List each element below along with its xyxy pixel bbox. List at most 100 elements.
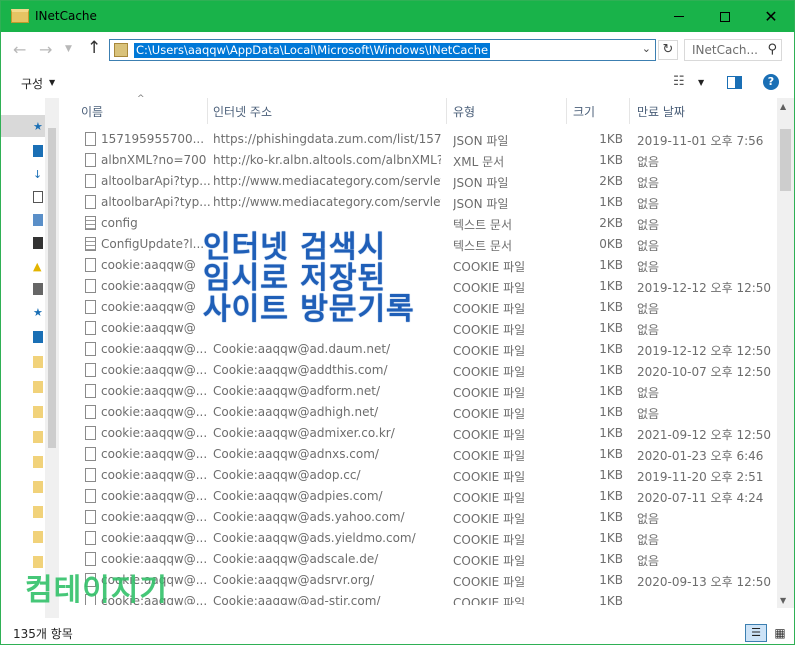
column-header-row: ^ 이름 인터넷 주소 유형 크기 만료 날짜 bbox=[71, 94, 777, 124]
file-name: cookie:aaqqw@... bbox=[101, 489, 208, 503]
column-divider[interactable] bbox=[207, 98, 208, 124]
column-header-name[interactable]: 이름 bbox=[81, 103, 103, 120]
folder-icon[interactable] bbox=[33, 356, 43, 368]
up-arrow-icon[interactable]: ↑ bbox=[87, 38, 101, 58]
scroll-up-icon[interactable]: ▲ bbox=[780, 102, 786, 111]
file-row[interactable]: cookie:aaqqw@... Cookie:aaqqw@adnxs.com/C… bbox=[71, 444, 777, 465]
file-address: Cookie:aaqqw@adnxs.com/ bbox=[213, 447, 379, 461]
file-row[interactable]: cookie:aaqqw@... Cookie:aaqqw@ad.daum.net… bbox=[71, 339, 777, 360]
folder-icon[interactable] bbox=[33, 481, 43, 493]
file-row[interactable]: albnXML?no=700 http://ko-kr.albn.altools.… bbox=[71, 150, 777, 171]
file-row[interactable]: altoolbarApi?typ... http://www.mediacateg… bbox=[71, 192, 777, 213]
file-icon bbox=[85, 279, 96, 293]
help-icon[interactable]: ? bbox=[763, 74, 779, 90]
back-arrow-icon[interactable]: ← bbox=[13, 40, 26, 59]
maximize-button[interactable] bbox=[702, 1, 748, 32]
file-row[interactable]: cookie:aaqqw@ COOKIE 파일 1KB 없음 bbox=[71, 255, 777, 276]
file-expires: 2019-11-01 오후 7:56 bbox=[637, 134, 764, 148]
file-row[interactable]: cookie:aaqqw@... Cookie:aaqqw@admixer.co.… bbox=[71, 423, 777, 444]
scroll-down-icon[interactable]: ▼ bbox=[780, 596, 786, 605]
column-divider[interactable] bbox=[629, 98, 630, 124]
column-divider[interactable] bbox=[446, 98, 447, 124]
minimize-icon bbox=[674, 16, 684, 17]
navigation-pane: ★ ↓ ▲ ★ bbox=[1, 98, 59, 618]
preview-pane-icon[interactable] bbox=[727, 76, 742, 89]
desktop-icon[interactable] bbox=[33, 145, 43, 157]
warning-icon[interactable]: ▲ bbox=[33, 260, 43, 273]
file-row[interactable]: config 텍스트 문서 2KB 없음 bbox=[71, 213, 777, 234]
file-row[interactable]: altoolbarApi?typ... http://www.mediacateg… bbox=[71, 171, 777, 192]
video-icon[interactable] bbox=[33, 237, 43, 249]
file-icon bbox=[85, 552, 96, 566]
file-icon bbox=[85, 174, 96, 188]
organize-button[interactable]: 구성 bbox=[21, 75, 43, 92]
large-icons-view-icon[interactable]: ▦ bbox=[771, 624, 789, 642]
text-file-icon bbox=[85, 237, 96, 251]
file-row[interactable]: cookie:aaqqw@ COOKIE 파일 1KB 2019-12-12 오후 1… bbox=[71, 276, 777, 297]
folder-icon[interactable] bbox=[33, 406, 43, 418]
forward-arrow-icon[interactable]: → bbox=[39, 40, 52, 59]
address-path[interactable]: C:\Users\aaqqw\AppData\Local\Microsoft\W… bbox=[134, 43, 491, 58]
download-icon[interactable]: ↓ bbox=[33, 168, 43, 181]
minimize-button[interactable] bbox=[656, 1, 702, 32]
search-input[interactable]: INetCach... ⚲ bbox=[684, 39, 782, 61]
file-address: Cookie:aaqqw@adop.cc/ bbox=[213, 468, 361, 482]
file-address: http://ko-kr.albn.altools.com/albnXML?..… bbox=[213, 153, 441, 167]
file-row[interactable]: cookie:aaqqw@... Cookie:aaqqw@adform.net/… bbox=[71, 381, 777, 402]
file-row[interactable]: cookie:aaqqw@ COOKIE 파일 1KB 없음 bbox=[71, 318, 777, 339]
file-type: COOKIE 파일 bbox=[453, 554, 526, 568]
details-view-icon[interactable]: ☰ bbox=[745, 624, 767, 642]
pictures-icon[interactable] bbox=[33, 214, 43, 226]
nav-scrollbar-thumb[interactable] bbox=[48, 128, 56, 448]
file-row[interactable]: cookie:aaqqw@... Cookie:aaqqw@ads.yahoo.c… bbox=[71, 507, 777, 528]
file-row[interactable]: cookie:aaqqw@... Cookie:aaqqw@adscale.de/… bbox=[71, 549, 777, 570]
folder-icon[interactable] bbox=[33, 431, 43, 443]
file-row[interactable]: 157195955700... https://phishingdata.zum.… bbox=[71, 129, 777, 150]
file-row[interactable]: cookie:aaqqw@... Cookie:aaqqw@ad-stir.com… bbox=[71, 591, 777, 605]
address-bar[interactable]: C:\Users\aaqqw\AppData\Local\Microsoft\W… bbox=[109, 39, 656, 61]
computer-icon[interactable] bbox=[33, 283, 43, 295]
column-header-size[interactable]: 크기 bbox=[573, 103, 595, 120]
close-button[interactable]: ✕ bbox=[748, 1, 794, 32]
maximize-icon bbox=[720, 11, 730, 22]
folder-icon[interactable] bbox=[33, 381, 43, 393]
file-expires: 2019-11-20 오후 2:51 bbox=[637, 470, 764, 484]
window-title: INetCache bbox=[35, 9, 97, 23]
file-row[interactable]: cookie:aaqqw@ COOKIE 파일 1KB 없음 bbox=[71, 297, 777, 318]
file-row[interactable]: cookie:aaqqw@... Cookie:aaqqw@adhigh.net/… bbox=[71, 402, 777, 423]
onedrive-icon[interactable] bbox=[33, 331, 43, 343]
folder-icon[interactable] bbox=[33, 456, 43, 468]
recent-locations-chevron-icon[interactable]: ▼ bbox=[65, 44, 72, 54]
file-row[interactable]: cookie:aaqqw@... Cookie:aaqqw@adsrvr.org/… bbox=[71, 570, 777, 591]
file-expires: 없음 bbox=[637, 197, 660, 211]
file-row[interactable]: cookie:aaqqw@... Cookie:aaqqw@addthis.com… bbox=[71, 360, 777, 381]
file-expires: 없음 bbox=[637, 218, 660, 232]
chevron-down-icon[interactable]: ⌄ bbox=[642, 42, 651, 55]
file-row[interactable]: ConfigUpdate?l... 텍스트 문서 0KB 없음 bbox=[71, 234, 777, 255]
file-row[interactable]: cookie:aaqqw@... Cookie:aaqqw@ads.yieldmo… bbox=[71, 528, 777, 549]
file-address: http://www.mediacategory.com/servlet/... bbox=[213, 195, 441, 209]
scrollbar-thumb[interactable] bbox=[780, 129, 791, 191]
document-icon[interactable] bbox=[33, 191, 43, 203]
column-divider[interactable] bbox=[566, 98, 567, 124]
chevron-down-icon[interactable]: ▼ bbox=[49, 78, 55, 87]
pin-icon[interactable]: ★ bbox=[33, 306, 43, 319]
file-row[interactable]: cookie:aaqqw@... Cookie:aaqqw@adpies.com/… bbox=[71, 486, 777, 507]
file-row[interactable]: cookie:aaqqw@... Cookie:aaqqw@adop.cc/COO… bbox=[71, 465, 777, 486]
file-expires: 2020-07-11 오후 4:24 bbox=[637, 491, 764, 505]
folder-icon[interactable] bbox=[33, 506, 43, 518]
folder-icon[interactable] bbox=[33, 531, 43, 543]
file-address: https://phishingdata.zum.com/list/1571..… bbox=[213, 132, 441, 146]
quick-access-star-icon[interactable]: ★ bbox=[33, 120, 43, 133]
file-size: 1KB bbox=[599, 510, 623, 524]
file-expires: 없음 bbox=[637, 554, 660, 568]
column-header-expires[interactable]: 만료 날짜 bbox=[637, 103, 685, 120]
column-header-address[interactable]: 인터넷 주소 bbox=[213, 103, 272, 120]
item-count: 135개 항목 bbox=[13, 627, 73, 641]
refresh-button[interactable]: ↻ bbox=[658, 40, 678, 60]
file-size: 1KB bbox=[599, 132, 623, 146]
chevron-down-icon[interactable]: ▼ bbox=[698, 78, 704, 87]
view-options-icon[interactable]: ☷ bbox=[673, 74, 685, 89]
file-expires: 없음 bbox=[637, 260, 660, 274]
column-header-type[interactable]: 유형 bbox=[453, 103, 475, 120]
